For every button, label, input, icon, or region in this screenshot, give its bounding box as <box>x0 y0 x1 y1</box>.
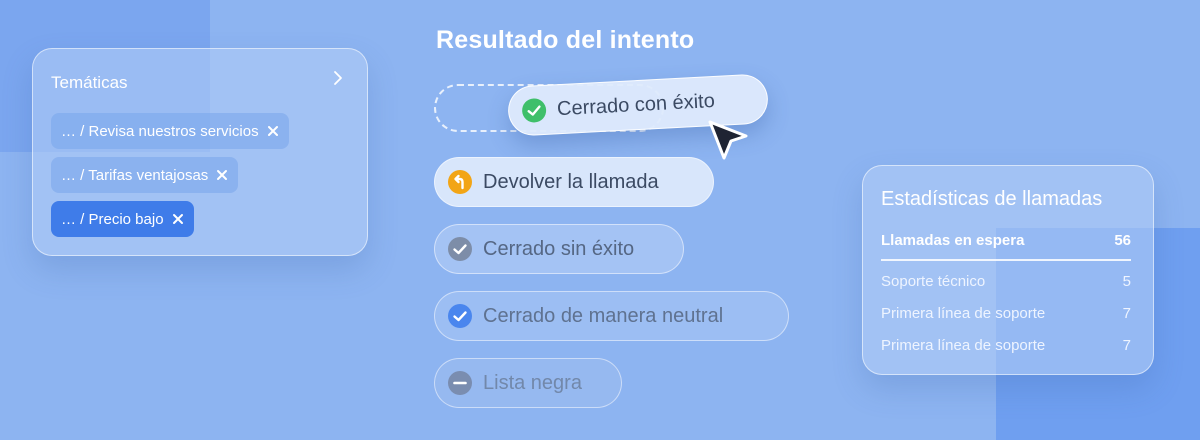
result-option-label: Devolver la llamada <box>483 170 659 193</box>
result-option-label: Cerrado sin éxito <box>483 237 635 260</box>
result-option-label: Cerrado con éxito <box>556 89 716 120</box>
topic-chip[interactable]: … / Revisa nuestros servicios <box>51 113 289 149</box>
stats-title: Estadísticas de llamadas <box>881 188 1103 210</box>
stats-label: Soporte técnico <box>881 273 986 290</box>
topic-chip-label: … / Tarifas ventajosas <box>61 166 209 184</box>
topic-chip-active[interactable]: … / Precio bajo <box>51 201 194 237</box>
result-option-neutral[interactable]: Cerrado de manera neutral <box>434 291 789 341</box>
topic-chip-label: … / Precio bajo <box>61 210 164 228</box>
close-icon[interactable] <box>267 125 279 137</box>
close-icon[interactable] <box>172 213 184 225</box>
stats-label: Llamadas en espera <box>881 232 1025 249</box>
result-title: Resultado del intento <box>436 26 695 54</box>
result-option-unsuccessful[interactable]: Cerrado sin éxito <box>434 224 684 274</box>
minus-circle-icon <box>448 371 472 395</box>
close-icon[interactable] <box>216 169 228 181</box>
check-circle-gray-icon <box>448 237 472 261</box>
stats-value: 7 <box>1122 337 1131 354</box>
result-option-label: Lista negra <box>483 371 582 394</box>
stats-row: Primera línea de soporte 7 <box>881 337 1131 354</box>
topics-panel: Temáticas … / Revisa nuestros servicios … <box>32 48 368 256</box>
stats-row: Primera línea de soporte 7 <box>881 305 1131 322</box>
stats-row: Soporte técnico 5 <box>881 273 1131 290</box>
topics-title: Temáticas <box>51 73 128 92</box>
result-option-callback[interactable]: Devolver la llamada <box>434 157 714 207</box>
stats-label: Primera línea de soporte <box>881 305 1046 322</box>
stats-label: Primera línea de soporte <box>881 337 1046 354</box>
topic-chip-label: … / Revisa nuestros servicios <box>61 122 259 140</box>
check-circle-blue-icon <box>448 304 472 328</box>
result-option-label: Cerrado de manera neutral <box>483 304 724 327</box>
stats-value: 56 <box>1114 232 1131 249</box>
result-option-blacklist[interactable]: Lista negra <box>434 358 622 408</box>
chevron-right-icon[interactable] <box>329 69 347 87</box>
stats-value: 7 <box>1122 305 1131 322</box>
mouse-pointer-icon <box>708 120 748 160</box>
topic-chip[interactable]: … / Tarifas ventajosas <box>51 157 239 193</box>
check-circle-green-icon <box>522 98 547 123</box>
callback-orange-icon <box>448 170 472 194</box>
stats-value: 5 <box>1122 273 1131 290</box>
call-stats-panel: Estadísticas de llamadas Llamadas en esp… <box>862 165 1154 375</box>
stats-divider <box>881 259 1131 261</box>
stats-header-row: Llamadas en espera 56 <box>881 232 1131 249</box>
